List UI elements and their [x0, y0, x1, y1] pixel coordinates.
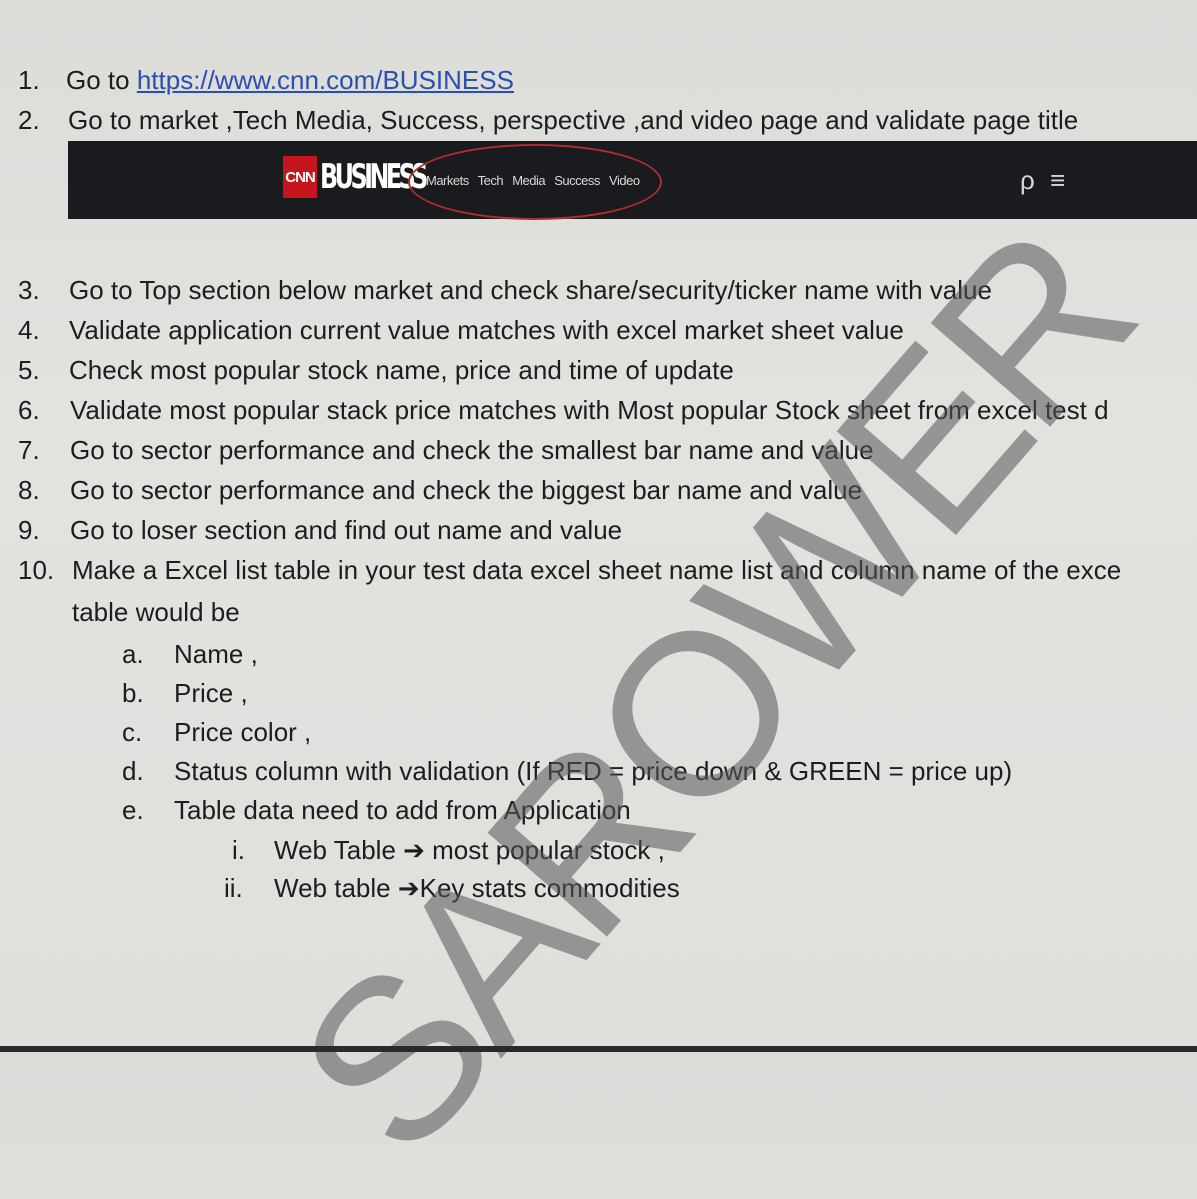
- list-item: 1. Go to https://www.cnn.com/BUSINESS: [18, 64, 514, 96]
- nav-markets[interactable]: Markets: [426, 173, 469, 188]
- banner-icons: ρ ≡: [1020, 165, 1065, 195]
- list-item: 4. Validate application current value mat…: [18, 314, 904, 346]
- cnn-business-banner: CNN BUSINESS Markets Tech Media Success …: [68, 141, 1197, 220]
- item-text: Check most popular stock name, price and…: [69, 355, 734, 385]
- nav-tech[interactable]: Tech: [478, 173, 504, 188]
- item-continuation: table would be: [72, 597, 240, 627]
- cnn-logo[interactable]: CNN: [283, 156, 317, 198]
- item-number: 6.: [18, 395, 40, 425]
- item-text: Go to: [66, 65, 137, 95]
- item-number: 3.: [18, 275, 40, 305]
- item-number: 8.: [18, 475, 40, 505]
- nav-video[interactable]: Video: [609, 173, 640, 188]
- item-text: Go to market ,Tech Media, Success, persp…: [68, 105, 1079, 135]
- hamburger-menu-icon[interactable]: ≡: [1050, 165, 1065, 195]
- sub-list-item: b. Price ,: [122, 677, 248, 709]
- item-text: Price color ,: [174, 717, 312, 747]
- item-roman: i.: [232, 835, 245, 865]
- item-letter: a.: [122, 639, 144, 669]
- item-text: Go to Top section below market and check…: [69, 275, 992, 305]
- item-letter: c.: [122, 717, 143, 747]
- sub-list-item: a. Name ,: [122, 638, 258, 670]
- item-number: 1.: [18, 65, 40, 95]
- list-item: 2. Go to market ,Tech Media, Success, per…: [18, 104, 1078, 136]
- list-item: 9. Go to loser section and find out name …: [18, 514, 622, 546]
- item-number: 4.: [18, 315, 40, 345]
- cnn-business-link[interactable]: https://www.cnn.com/BUSINESS: [137, 65, 514, 95]
- item-text: Validate application current value match…: [69, 315, 904, 345]
- item-text: Go to loser section and find out name an…: [70, 515, 623, 545]
- item-letter: e.: [122, 795, 144, 825]
- item-letter: d.: [122, 756, 144, 786]
- screen-bottom-edge: [0, 1046, 1197, 1052]
- list-item: 3. Go to Top section below market and che…: [18, 274, 992, 306]
- item-text: Web Table: [274, 835, 404, 865]
- sub-list-item: c. Price color ,: [122, 716, 311, 748]
- item-number: 10.: [18, 555, 55, 585]
- item-number: 7.: [18, 435, 40, 465]
- list-item: 5. Check most popular stock name, price a…: [18, 354, 734, 386]
- item-roman: ii.: [224, 873, 243, 903]
- item-text: Price ,: [174, 678, 248, 708]
- banner-nav: Markets Tech Media Success Video: [426, 167, 646, 195]
- item-number: 5.: [18, 355, 40, 385]
- item-number: 2.: [18, 105, 40, 135]
- item-number: 9.: [18, 515, 40, 545]
- nav-success[interactable]: Success: [554, 173, 600, 188]
- nav-media[interactable]: Media: [512, 173, 545, 188]
- item-letter: b.: [122, 678, 144, 708]
- item-text: Name ,: [174, 639, 258, 669]
- search-icon[interactable]: ρ: [1020, 165, 1035, 195]
- document-photo: 1. Go to https://www.cnn.com/BUSINESS 2. G…: [0, 0, 1197, 1199]
